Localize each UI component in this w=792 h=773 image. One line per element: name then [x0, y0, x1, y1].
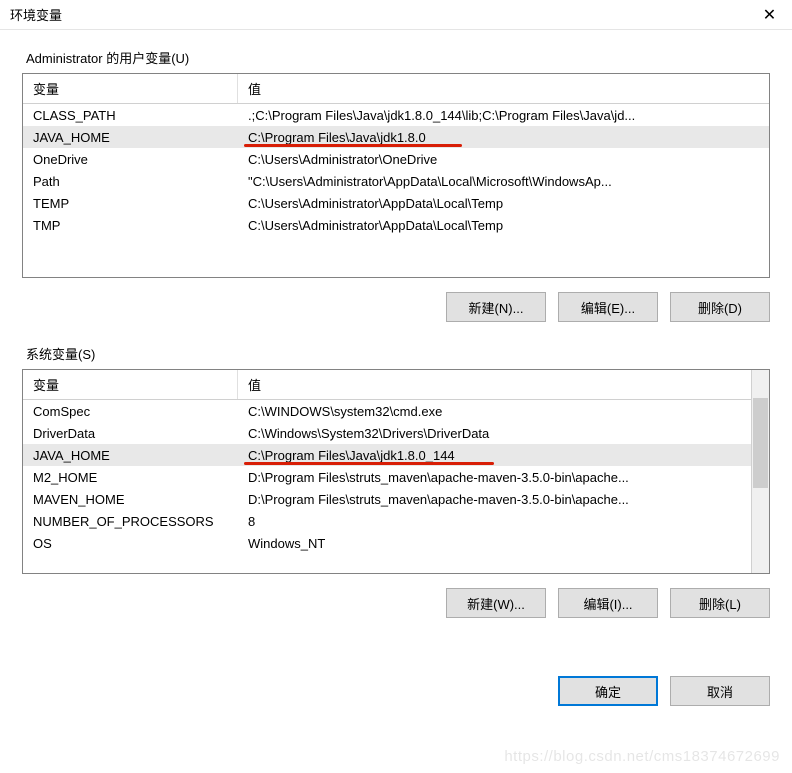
- table-body: ComSpec C:\WINDOWS\system32\cmd.exe Driv…: [23, 400, 769, 554]
- col-value[interactable]: 值: [238, 370, 769, 399]
- system-vars-table[interactable]: 变量 值 ComSpec C:\WINDOWS\system32\cmd.exe…: [22, 369, 770, 574]
- cell-var: TEMP: [23, 192, 238, 214]
- table-row[interactable]: JAVA_HOME C:\Program Files\Java\jdk1.8.0: [23, 126, 769, 148]
- cancel-button[interactable]: 取消: [670, 676, 770, 706]
- col-variable[interactable]: 变量: [23, 370, 238, 399]
- cell-val: Windows_NT: [238, 532, 769, 554]
- table-row[interactable]: DriverData C:\Windows\System32\Drivers\D…: [23, 422, 769, 444]
- user-vars-label: Administrator 的用户变量(U): [22, 48, 770, 67]
- table-header: 变量 值: [23, 370, 769, 400]
- cell-val: .;C:\Program Files\Java\jdk1.8.0_144\lib…: [238, 104, 769, 126]
- cell-val: C:\Users\Administrator\OneDrive: [238, 148, 769, 170]
- table-row[interactable]: TMP C:\Users\Administrator\AppData\Local…: [23, 214, 769, 236]
- cell-val-text: C:\Program Files\Java\jdk1.8.0: [248, 130, 426, 145]
- close-icon[interactable]: ✕: [747, 0, 792, 30]
- cell-var: MAVEN_HOME: [23, 488, 238, 510]
- watermark: https://blog.csdn.net/cms18374672699: [504, 748, 780, 765]
- cell-val: C:\WINDOWS\system32\cmd.exe: [238, 400, 769, 422]
- table-row[interactable]: ComSpec C:\WINDOWS\system32\cmd.exe: [23, 400, 769, 422]
- cell-val: C:\Users\Administrator\AppData\Local\Tem…: [238, 214, 769, 236]
- user-vars-group: Administrator 的用户变量(U) 变量 值 CLASS_PATH .…: [22, 48, 770, 322]
- col-value[interactable]: 值: [238, 74, 769, 103]
- table-row[interactable]: NUMBER_OF_PROCESSORS 8: [23, 510, 769, 532]
- cell-var: M2_HOME: [23, 466, 238, 488]
- cell-var: TMP: [23, 214, 238, 236]
- titlebar: 环境变量 ✕: [0, 0, 792, 30]
- cell-val: C:\Windows\System32\Drivers\DriverData: [238, 422, 769, 444]
- window-title: 环境变量: [10, 5, 747, 24]
- table-row[interactable]: CLASS_PATH .;C:\Program Files\Java\jdk1.…: [23, 104, 769, 126]
- cell-var: OneDrive: [23, 148, 238, 170]
- cell-val: D:\Program Files\struts_maven\apache-mav…: [238, 466, 769, 488]
- system-vars-group: 系统变量(S) 变量 值 ComSpec C:\WINDOWS\system32…: [22, 344, 770, 618]
- red-underline-annotation: [244, 144, 462, 147]
- edit-sys-var-button[interactable]: 编辑(I)...: [558, 588, 658, 618]
- delete-sys-var-button[interactable]: 删除(L): [670, 588, 770, 618]
- cell-var: JAVA_HOME: [23, 444, 238, 466]
- cell-val-text: C:\Program Files\Java\jdk1.8.0_144: [248, 448, 455, 463]
- cell-val: C:\Users\Administrator\AppData\Local\Tem…: [238, 192, 769, 214]
- system-vars-buttons: 新建(W)... 编辑(I)... 删除(L): [22, 588, 770, 618]
- cell-var: OS: [23, 532, 238, 554]
- user-vars-buttons: 新建(N)... 编辑(E)... 删除(D): [22, 292, 770, 322]
- dialog-content: Administrator 的用户变量(U) 变量 值 CLASS_PATH .…: [0, 30, 792, 650]
- table-header: 变量 值: [23, 74, 769, 104]
- table-body: CLASS_PATH .;C:\Program Files\Java\jdk1.…: [23, 104, 769, 236]
- scroll-thumb[interactable]: [753, 398, 768, 488]
- scrollbar[interactable]: [751, 370, 769, 573]
- table-row[interactable]: Path "C:\Users\Administrator\AppData\Loc…: [23, 170, 769, 192]
- cell-var: CLASS_PATH: [23, 104, 238, 126]
- cell-var: DriverData: [23, 422, 238, 444]
- cell-val: D:\Program Files\struts_maven\apache-mav…: [238, 488, 769, 510]
- ok-button[interactable]: 确定: [558, 676, 658, 706]
- col-variable[interactable]: 变量: [23, 74, 238, 103]
- table-row[interactable]: TEMP C:\Users\Administrator\AppData\Loca…: [23, 192, 769, 214]
- cell-var: NUMBER_OF_PROCESSORS: [23, 510, 238, 532]
- dialog-footer: 确定 取消: [0, 676, 792, 706]
- cell-var: ComSpec: [23, 400, 238, 422]
- cell-var: Path: [23, 170, 238, 192]
- cell-var: JAVA_HOME: [23, 126, 238, 148]
- red-underline-annotation: [244, 462, 494, 465]
- table-row[interactable]: MAVEN_HOME D:\Program Files\struts_maven…: [23, 488, 769, 510]
- user-vars-table[interactable]: 变量 值 CLASS_PATH .;C:\Program Files\Java\…: [22, 73, 770, 278]
- cell-val: C:\Program Files\Java\jdk1.8.0_144: [238, 444, 769, 466]
- table-row[interactable]: M2_HOME D:\Program Files\struts_maven\ap…: [23, 466, 769, 488]
- cell-val: C:\Program Files\Java\jdk1.8.0: [238, 126, 769, 148]
- system-vars-label: 系统变量(S): [22, 344, 770, 363]
- cell-val: 8: [238, 510, 769, 532]
- cell-val: "C:\Users\Administrator\AppData\Local\Mi…: [238, 170, 769, 192]
- table-row[interactable]: OneDrive C:\Users\Administrator\OneDrive: [23, 148, 769, 170]
- new-sys-var-button[interactable]: 新建(W)...: [446, 588, 546, 618]
- table-row[interactable]: OS Windows_NT: [23, 532, 769, 554]
- edit-user-var-button[interactable]: 编辑(E)...: [558, 292, 658, 322]
- new-user-var-button[interactable]: 新建(N)...: [446, 292, 546, 322]
- table-row[interactable]: JAVA_HOME C:\Program Files\Java\jdk1.8.0…: [23, 444, 769, 466]
- delete-user-var-button[interactable]: 删除(D): [670, 292, 770, 322]
